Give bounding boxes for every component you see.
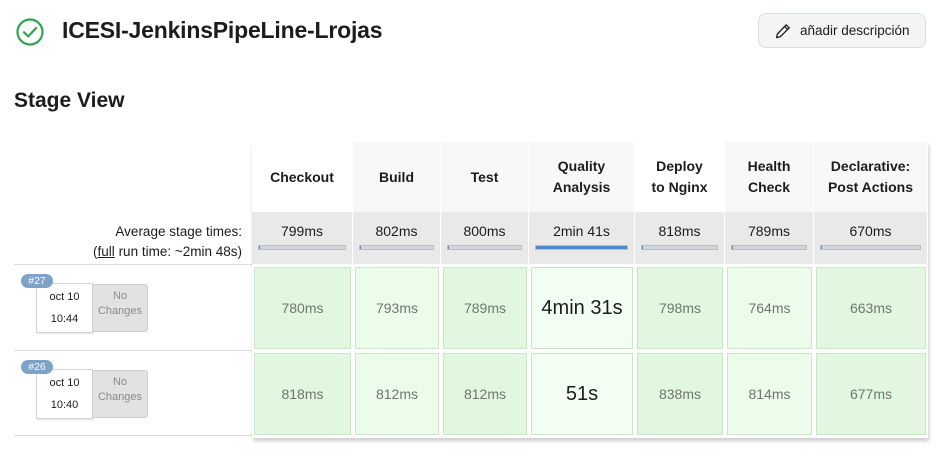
stage-header: Build xyxy=(353,142,441,212)
stage-header: Checkout xyxy=(252,142,353,212)
pencil-icon xyxy=(775,23,790,38)
stage-cell[interactable]: 838ms xyxy=(637,353,723,435)
stage-name-line1: Health xyxy=(747,158,791,174)
full-run-link[interactable]: full xyxy=(98,244,115,259)
stage-cell[interactable]: 677ms xyxy=(816,353,926,435)
stage-average-bar xyxy=(641,245,718,250)
full-run-suffix: run time: ~2min 48s) xyxy=(114,244,242,259)
stage-average: 800ms xyxy=(441,212,529,264)
stage-average-bar xyxy=(258,245,346,250)
add-description-button[interactable]: añadir descripción xyxy=(758,13,926,48)
stage-name-line2: Analysis xyxy=(552,179,611,195)
stage-column-post-actions: Declarative: Post Actions 670ms 663ms 677… xyxy=(814,142,928,438)
success-check-circle-icon xyxy=(16,18,44,46)
stage-name-line1: Build xyxy=(379,168,414,185)
stage-average: 789ms xyxy=(725,212,814,264)
stage-name-line1: Quality xyxy=(557,158,606,174)
stage-average: 818ms xyxy=(635,212,725,264)
stage-average: 799ms xyxy=(252,212,353,264)
changes-line2: Changes xyxy=(97,305,143,317)
stage-average-value: 670ms xyxy=(849,223,892,239)
build-date-box: oct 10 10:44 xyxy=(36,283,93,333)
stage-average: 802ms xyxy=(353,212,441,264)
stage-average-value: 802ms xyxy=(375,223,418,239)
stage-cell[interactable]: 4min 31s xyxy=(531,267,633,349)
stage-cell[interactable]: 793ms xyxy=(355,267,439,349)
stage-cell[interactable]: 789ms xyxy=(443,267,527,349)
build-row: #27 oct 10 10:44 No Changes xyxy=(14,264,252,349)
changes-box[interactable]: No Changes xyxy=(92,284,148,332)
stage-name-line1: Deploy xyxy=(656,158,703,174)
job-title: ICESI-JenkinsPipeLine-Lrojas xyxy=(62,17,383,43)
stage-name-line1: Declarative: xyxy=(830,158,911,174)
stage-view-heading: Stage View xyxy=(14,89,125,112)
stage-cell[interactable]: 798ms xyxy=(637,267,723,349)
stage-name-line2: Check xyxy=(747,179,790,195)
build-date: oct 10 xyxy=(49,377,80,389)
stage-column-quality-analysis: Quality Analysis 2min 41s 4min 31s 51s xyxy=(529,142,635,438)
build-number-badge[interactable]: #27 xyxy=(21,274,53,288)
changes-line1: No xyxy=(112,376,128,388)
stage-cell[interactable]: 814ms xyxy=(727,353,812,435)
build-date: oct 10 xyxy=(49,291,80,303)
stage-average-bar xyxy=(731,245,807,250)
stage-name-line1: Test xyxy=(470,168,499,185)
stage-average: 670ms xyxy=(814,212,928,264)
stage-header: Test xyxy=(441,142,529,212)
stage-cell[interactable]: 780ms xyxy=(254,267,351,349)
stage-grid: Checkout 799ms 780ms 818ms Build 802ms 7… xyxy=(252,142,928,438)
stage-average-bar xyxy=(820,245,921,250)
changes-line1: No xyxy=(112,290,128,302)
stage-name-line2: Post Actions xyxy=(827,179,914,195)
stage-average-value: 799ms xyxy=(280,223,324,239)
build-number-badge[interactable]: #26 xyxy=(21,360,53,374)
full-run-time-label: (full run time: ~2min 48s) xyxy=(93,244,242,259)
stage-header: Declarative: Post Actions xyxy=(814,142,928,212)
stage-header: Deploy to Nginx xyxy=(635,142,725,212)
stage-header: Quality Analysis xyxy=(529,142,635,212)
build-date-box: oct 10 10:40 xyxy=(36,369,93,419)
average-stage-times-label: Average stage times: xyxy=(115,224,242,239)
build-time: 10:40 xyxy=(50,399,79,411)
page-header: ICESI-JenkinsPipeLine-Lrojas añadir desc… xyxy=(0,0,946,64)
stage-cell[interactable]: 818ms xyxy=(254,353,351,435)
stage-name-line2: to Nginx xyxy=(651,179,708,195)
stage-cell[interactable]: 812ms xyxy=(355,353,439,435)
stage-column-deploy-to-nginx: Deploy to Nginx 818ms 798ms 838ms xyxy=(635,142,725,438)
build-time: 10:44 xyxy=(50,313,79,325)
stage-average-value: 789ms xyxy=(747,223,791,239)
stage-name-line1: Checkout xyxy=(270,168,334,185)
stage-view-table: Average stage times: (full run time: ~2m… xyxy=(14,142,928,438)
stage-average-value: 800ms xyxy=(463,223,506,239)
stage-average-value: 818ms xyxy=(658,223,701,239)
changes-box[interactable]: No Changes xyxy=(92,370,148,418)
stage-column-checkout: Checkout 799ms 780ms 818ms xyxy=(252,142,353,438)
stage-average-bar xyxy=(535,245,628,250)
stage-cell[interactable]: 764ms xyxy=(727,267,812,349)
stage-cell[interactable]: 812ms xyxy=(443,353,527,435)
stage-average: 2min 41s xyxy=(529,212,635,264)
stage-cell[interactable]: 663ms xyxy=(816,267,926,349)
stage-column-test: Test 800ms 789ms 812ms xyxy=(441,142,529,438)
stage-average-bar xyxy=(359,245,434,250)
changes-line2: Changes xyxy=(97,391,143,403)
stage-header: Health Check xyxy=(725,142,814,212)
build-row: #26 oct 10 10:40 No Changes xyxy=(14,350,252,436)
stage-column-health-check: Health Check 789ms 764ms 814ms xyxy=(725,142,814,438)
stage-average-bar xyxy=(447,245,522,250)
stage-cell[interactable]: 51s xyxy=(531,353,633,435)
stage-average-value: 2min 41s xyxy=(553,223,610,239)
stage-average-bar-fill xyxy=(536,246,627,249)
add-description-label: añadir descripción xyxy=(800,23,910,38)
stage-column-build: Build 802ms 793ms 812ms xyxy=(353,142,441,438)
